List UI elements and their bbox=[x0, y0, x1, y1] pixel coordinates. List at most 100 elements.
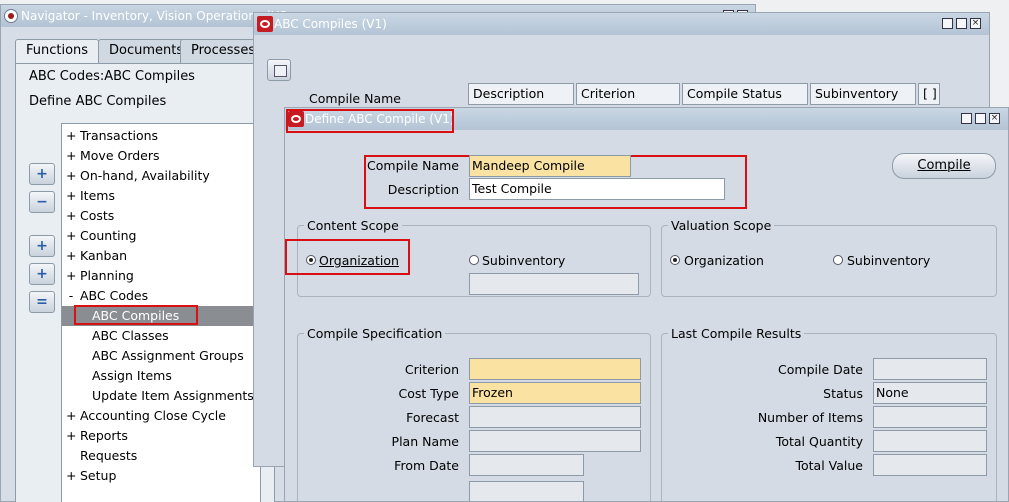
expand-all-button[interactable]: + bbox=[29, 263, 55, 285]
subinventory-column-header[interactable]: Subinventory bbox=[810, 83, 916, 105]
minimize-icon[interactable] bbox=[961, 113, 972, 124]
tree-item-move-orders[interactable]: + Move Orders bbox=[62, 146, 260, 166]
tree-item-requests[interactable]: Requests bbox=[62, 446, 260, 466]
collapse-all-button[interactable]: = bbox=[29, 291, 55, 313]
to-date-input[interactable] bbox=[469, 481, 584, 501]
selection-highlight-box bbox=[74, 305, 198, 325]
compile-name-label: Compile Name bbox=[367, 158, 459, 173]
folder-save-icon[interactable] bbox=[267, 59, 291, 81]
tree-item-label: Update Item Assignments bbox=[92, 388, 254, 403]
compile-date-label: Compile Date bbox=[778, 362, 863, 377]
valuation-scope-label: Valuation Scope bbox=[668, 218, 775, 233]
description-label: Description bbox=[387, 182, 459, 197]
compile-status-column-header[interactable]: Compile Status bbox=[682, 83, 808, 105]
tree-item-transactions[interactable]: + Transactions bbox=[62, 126, 260, 146]
tree-expander-icon[interactable]: + bbox=[66, 266, 76, 286]
compile-name-input[interactable]: Mandeep Compile bbox=[469, 155, 631, 177]
tree-item-label: Kanban bbox=[80, 248, 128, 263]
content-subinventory-radio[interactable] bbox=[469, 255, 479, 265]
compile-date-value bbox=[873, 358, 987, 380]
content-subinventory-label: Subinventory bbox=[482, 253, 566, 268]
minimize-icon[interactable] bbox=[942, 18, 953, 29]
tree-item-label: Setup bbox=[80, 468, 117, 483]
tree-expander-icon[interactable]: + bbox=[66, 406, 76, 426]
collapse-button[interactable]: − bbox=[29, 191, 55, 213]
tree-item-on-hand-availability[interactable]: + On-hand, Availability bbox=[62, 166, 260, 186]
criterion-input[interactable] bbox=[469, 358, 641, 380]
tree-item-counting[interactable]: + Counting bbox=[62, 226, 260, 246]
tree-item-label: ABC Classes bbox=[92, 328, 169, 343]
status-value: None bbox=[873, 382, 987, 404]
description-input[interactable]: Test Compile bbox=[469, 178, 725, 200]
total-value-label: Total Value bbox=[795, 458, 864, 473]
tree-item-label: Items bbox=[80, 188, 115, 203]
total-quantity-value bbox=[873, 430, 987, 452]
valuation-organization-radio[interactable] bbox=[670, 255, 680, 265]
tree-item-update-item-assignments[interactable]: Update Item Assignments bbox=[62, 386, 260, 406]
tree-item-items[interactable]: + Items bbox=[62, 186, 260, 206]
cost-type-label: Cost Type bbox=[398, 386, 459, 401]
total-quantity-label: Total Quantity bbox=[775, 434, 863, 449]
content-scope-label: Content Scope bbox=[304, 218, 402, 233]
close-icon[interactable]: × bbox=[989, 113, 1000, 124]
abc-compiles-title-bar[interactable]: ABC Compiles (V1) bbox=[254, 13, 989, 35]
folder-column-button[interactable]: [ ] bbox=[918, 83, 940, 105]
maximize-icon[interactable] bbox=[956, 18, 967, 29]
forecast-input[interactable] bbox=[469, 406, 641, 428]
tree-expander-icon[interactable]: + bbox=[66, 426, 76, 446]
criterion-column-header[interactable]: Criterion bbox=[576, 83, 680, 105]
valuation-subinventory-radio[interactable] bbox=[833, 255, 843, 265]
expand-button[interactable]: + bbox=[29, 163, 55, 185]
tree-item-kanban[interactable]: + Kanban bbox=[62, 246, 260, 266]
tree-expander-icon[interactable]: + bbox=[66, 226, 76, 246]
number-of-items-label: Number of Items bbox=[757, 410, 863, 425]
tree-item-label: Move Orders bbox=[80, 148, 160, 163]
content-organization-label: Organization bbox=[319, 253, 399, 268]
content-organization-radio[interactable] bbox=[306, 255, 316, 265]
tree-item-assign-items[interactable]: Assign Items bbox=[62, 366, 260, 386]
tree-item-setup[interactable]: + Setup bbox=[62, 466, 260, 486]
tree-item-label: Counting bbox=[80, 228, 137, 243]
compile-button[interactable]: Compile bbox=[892, 153, 996, 179]
tree-expander-icon[interactable]: + bbox=[66, 146, 76, 166]
cost-type-input[interactable]: Frozen bbox=[469, 382, 641, 404]
tree-expander-icon[interactable]: - bbox=[66, 286, 76, 306]
tree-expander-icon[interactable]: + bbox=[66, 126, 76, 146]
tree-expander-icon[interactable]: + bbox=[66, 186, 76, 206]
tree-expander-icon[interactable]: + bbox=[66, 166, 76, 186]
oracle-logo-icon bbox=[4, 9, 18, 23]
tab-documents-label: Documents bbox=[109, 43, 184, 58]
from-date-label: From Date bbox=[394, 458, 459, 473]
plan-name-input[interactable] bbox=[469, 430, 641, 452]
tree-expander-icon[interactable]: + bbox=[66, 466, 76, 486]
content-subinventory-input[interactable] bbox=[469, 273, 639, 295]
tree-expander-icon[interactable]: + bbox=[66, 246, 76, 266]
abc-compiles-title: ABC Compiles (V1) bbox=[274, 17, 387, 31]
tree-item-label: On-hand, Availability bbox=[80, 168, 210, 183]
total-value-value bbox=[873, 454, 987, 476]
tab-functions-label: Functions bbox=[26, 43, 89, 58]
tree-item-planning[interactable]: + Planning bbox=[62, 266, 260, 286]
tree-item-abc-classes[interactable]: ABC Classes bbox=[62, 326, 260, 346]
maximize-icon[interactable] bbox=[975, 113, 986, 124]
compile-specification-label: Compile Specification bbox=[304, 326, 446, 341]
expand-branch-button[interactable]: + bbox=[29, 235, 55, 257]
tree-item-accounting-close-cycle[interactable]: + Accounting Close Cycle bbox=[62, 406, 260, 426]
tree-item-costs[interactable]: + Costs bbox=[62, 206, 260, 226]
tab-functions[interactable]: Functions bbox=[15, 39, 100, 65]
from-date-input[interactable] bbox=[469, 454, 584, 476]
valuation-organization-label: Organization bbox=[684, 253, 764, 268]
close-icon[interactable]: × bbox=[970, 18, 981, 29]
tree-item-label: Costs bbox=[80, 208, 115, 223]
status-label: Status bbox=[823, 386, 863, 401]
description-column-header[interactable]: Description bbox=[468, 83, 574, 105]
plan-name-label: Plan Name bbox=[391, 434, 459, 449]
tree-expander-icon[interactable]: + bbox=[66, 206, 76, 226]
tree-item-label: Accounting Close Cycle bbox=[80, 408, 226, 423]
tab-processes-label: Processes bbox=[191, 43, 256, 58]
tree-item-label: ABC Assignment Groups bbox=[92, 348, 244, 363]
tree-item-abc-codes[interactable]: - ABC Codes bbox=[62, 286, 260, 306]
tree-item-reports[interactable]: + Reports bbox=[62, 426, 260, 446]
tree-item-abc-assignment-groups[interactable]: ABC Assignment Groups bbox=[62, 346, 260, 366]
tree-item-label: ABC Codes bbox=[80, 288, 149, 303]
